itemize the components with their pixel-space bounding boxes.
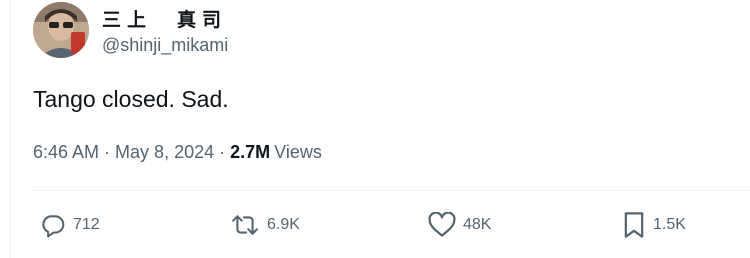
divider xyxy=(33,190,750,191)
views-label: Views xyxy=(274,142,322,162)
author-handle[interactable]: @shinji_mikami xyxy=(102,35,228,56)
repost-button[interactable]: 6.9K xyxy=(230,210,300,240)
timeline-border xyxy=(10,0,11,258)
repost-count: 6.9K xyxy=(267,216,300,233)
tweet-text: Tango closed. Sad. xyxy=(33,86,229,112)
bookmark-icon xyxy=(622,211,646,239)
avatar[interactable] xyxy=(33,2,89,58)
author-display-name[interactable]: 三上 真司 xyxy=(102,5,227,32)
like-button[interactable]: 48K xyxy=(428,210,491,240)
reply-icon xyxy=(40,212,66,238)
bookmark-count: 1.5K xyxy=(653,216,686,233)
views-count: 2.7M xyxy=(230,142,271,162)
reply-count: 712 xyxy=(73,216,100,233)
reply-button[interactable]: 712 xyxy=(40,210,100,240)
tweet-card: 三上 真司 @shinji_mikami Tango closed. Sad. … xyxy=(0,0,750,258)
bookmark-button[interactable]: 1.5K xyxy=(622,210,686,240)
tweet-time[interactable]: 6:46 AM xyxy=(33,142,99,162)
tweet-date[interactable]: May 8, 2024 xyxy=(115,142,214,162)
meta-separator: · xyxy=(104,142,111,162)
meta-separator: · xyxy=(219,142,226,162)
heart-icon xyxy=(428,212,456,238)
like-count: 48K xyxy=(463,216,492,233)
tweet-meta: 6:46 AM · May 8, 2024 · 2.7M Views xyxy=(33,142,322,163)
repost-icon xyxy=(230,212,260,238)
